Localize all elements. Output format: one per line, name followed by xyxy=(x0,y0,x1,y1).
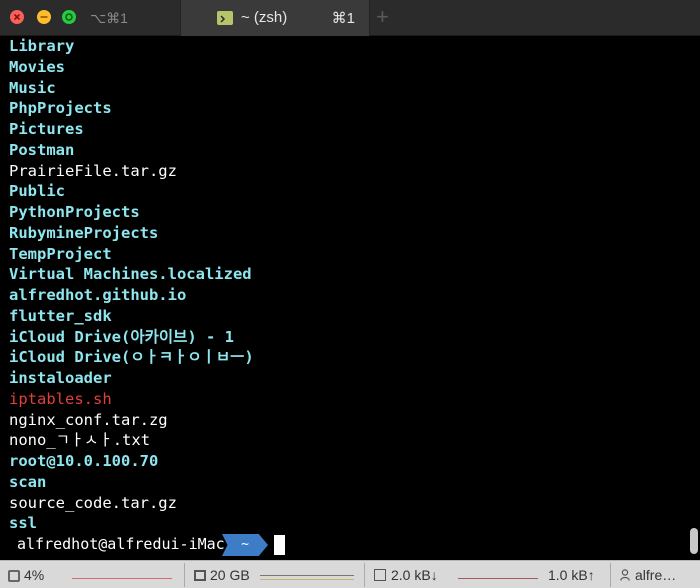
terminal-line: Movies xyxy=(9,57,65,76)
new-tab-button[interactable]: + xyxy=(376,5,389,29)
terminal-line: iCloud Drive(ㅇㅏㅋㅏㅇㅣㅂㅡ) xyxy=(9,348,254,367)
network-download-status[interactable]: 2.0 kB↓ xyxy=(374,565,438,585)
cpu-sparkline xyxy=(72,577,172,579)
memory-status[interactable]: 20 GB xyxy=(194,565,250,585)
user-value: alfre… xyxy=(635,567,677,583)
prompt-user-host: alfredhot@alfredui-iMac xyxy=(17,535,225,553)
terminal-line: iCloud Drive(아카이브) - 1 xyxy=(9,327,235,346)
close-icon xyxy=(13,13,21,21)
terminal-line: Pictures xyxy=(9,120,84,138)
window-shortcut-label: ⌥⌘1 xyxy=(90,10,128,26)
terminal-line: iptables.sh xyxy=(9,389,112,408)
status-bar: 4% 20 GB 2.0 kB↓ 1.0 kB↑ alfre… xyxy=(0,560,700,588)
network-up-value: 1.0 kB↑ xyxy=(548,567,595,583)
terminal-line: instaloader xyxy=(9,369,112,387)
terminal-line: TempProject xyxy=(9,244,112,263)
cpu-icon xyxy=(8,570,20,582)
divider xyxy=(610,563,611,587)
minimize-window-button[interactable] xyxy=(37,10,51,24)
prompt-directory-badge: ~ xyxy=(222,534,268,556)
close-window-button[interactable] xyxy=(10,10,24,24)
terminal-line: ssl xyxy=(9,514,37,533)
terminal-output[interactable]: Library Movies Music PhpProjects Pictures Pos… xyxy=(0,36,690,560)
terminal-line: RubymineProjects xyxy=(9,223,159,242)
network-icon xyxy=(374,569,386,581)
terminal-line: Public xyxy=(9,182,65,201)
zoom-icon xyxy=(65,13,73,21)
tab-zsh[interactable]: ~ (zsh) ⌘1 xyxy=(180,0,370,36)
network-down-value: 2.0 kB↓ xyxy=(391,567,438,583)
tab-shortcut: ⌘1 xyxy=(331,10,355,27)
terminal-line: flutter_sdk xyxy=(9,306,112,325)
divider xyxy=(184,563,185,587)
terminal-line: nono_ㄱㅏㅅㅏ.txt xyxy=(9,431,151,450)
terminal-line: scan xyxy=(9,472,47,491)
terminal-line: Library xyxy=(9,37,75,55)
terminal-line: nginx_conf.tar.zg xyxy=(9,410,168,429)
terminal-line: root@10.0.100.70 xyxy=(9,452,159,470)
terminal-icon xyxy=(217,11,233,25)
terminal-line: source_code.tar.gz xyxy=(9,493,177,512)
terminal-line: PhpProjects xyxy=(9,99,112,118)
terminal-line: Music xyxy=(9,78,56,97)
memory-bar xyxy=(260,575,354,580)
shell-prompt: alfredhot@alfredui-iMac ~ xyxy=(0,534,690,556)
minimize-icon xyxy=(40,16,48,18)
terminal-line: Virtual Machines.localized xyxy=(9,265,252,284)
cpu-value: 4% xyxy=(24,567,45,583)
terminal-line: alfredhot.github.io xyxy=(9,286,187,304)
memory-icon xyxy=(194,570,206,581)
tab-title: ~ (zsh) xyxy=(241,9,288,26)
terminal-line: Postman xyxy=(9,140,75,159)
memory-value: 20 GB xyxy=(210,567,250,583)
terminal-line: PythonProjects xyxy=(9,203,140,221)
text-cursor xyxy=(274,535,285,555)
zoom-window-button[interactable] xyxy=(62,10,76,24)
network-upload-status[interactable]: 1.0 kB↑ xyxy=(548,565,595,585)
divider xyxy=(364,563,365,587)
user-icon xyxy=(620,569,630,581)
network-sparkline xyxy=(458,577,538,579)
scrollbar-thumb[interactable] xyxy=(690,528,698,554)
cpu-status[interactable]: 4% xyxy=(8,565,44,585)
terminal-line: PrairieFile.tar.gz xyxy=(9,161,177,180)
user-status[interactable]: alfre… xyxy=(620,565,676,585)
title-bar: ⌥⌘1 ~ (zsh) ⌘1 + xyxy=(0,0,700,36)
